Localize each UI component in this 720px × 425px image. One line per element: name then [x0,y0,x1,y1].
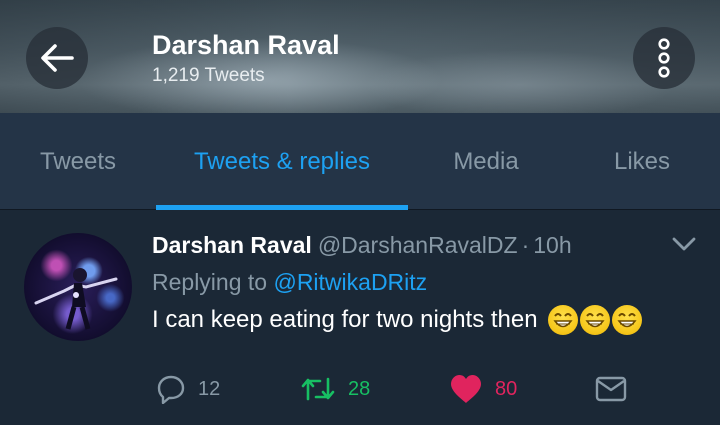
more-vertical-icon [658,38,670,78]
tab-tweets[interactable]: Tweets [0,113,156,210]
tweet-separator: · [521,232,530,258]
more-options-button[interactable] [633,27,695,89]
grinning-face-icon [611,305,642,335]
chevron-down-icon [672,237,696,251]
reply-button[interactable]: 12 [156,369,220,409]
back-button[interactable] [26,27,88,89]
grinning-face-icon [547,305,578,335]
replying-to-label: Replying to [152,269,268,295]
like-button[interactable]: 80 [449,369,517,409]
retweet-button[interactable]: 28 [300,369,370,409]
emoji-group [546,305,642,335]
avatar-figure [34,268,118,330]
retweet-count: 28 [348,377,371,400]
avatar[interactable] [24,233,132,341]
tab-tweets-and-replies[interactable]: Tweets & replies [156,113,408,210]
profile-name: Darshan Raval [152,30,340,60]
tweet-author-handle[interactable]: @DarshanRavalDZ [318,232,518,258]
profile-header: Darshan Raval 1,219 Tweets [0,0,720,113]
envelope-icon [595,376,627,402]
tweet-actions: 12 28 80 [0,369,720,409]
profile-tabs: Tweets Tweets & replies Media Likes [0,113,720,210]
replying-to-handle[interactable]: @RitwikaDRitz [273,269,427,295]
tab-media[interactable]: Media [408,113,564,210]
tweet-count: 1,219 Tweets [152,65,265,86]
direct-message-button[interactable] [595,369,627,409]
replying-to: Replying to @RitwikaDRitz [152,269,427,296]
tweet-timestamp: 10h [533,232,572,258]
profile-title-block: Darshan Raval 1,219 Tweets [152,30,340,87]
like-count: 80 [495,377,518,400]
tab-likes[interactable]: Likes [564,113,720,210]
tweet-body: I can keep eating for two nights then [152,305,642,335]
retweet-icon [301,377,335,401]
tweet[interactable]: Darshan Raval @DarshanRavalDZ · 10h Replyin… [0,211,720,425]
grinning-face-icon [579,305,610,335]
tweet-header: Darshan Raval @DarshanRavalDZ · 10h [152,231,572,259]
heart-icon [451,375,481,403]
reply-icon [157,375,185,404]
tweet-menu-button[interactable] [672,237,696,256]
tweet-author-name[interactable]: Darshan Raval [152,232,312,258]
tweet-text: I can keep eating for two nights then [152,306,538,333]
reply-count: 12 [198,377,221,400]
active-tab-indicator [156,205,408,210]
arrow-left-icon [41,44,74,72]
